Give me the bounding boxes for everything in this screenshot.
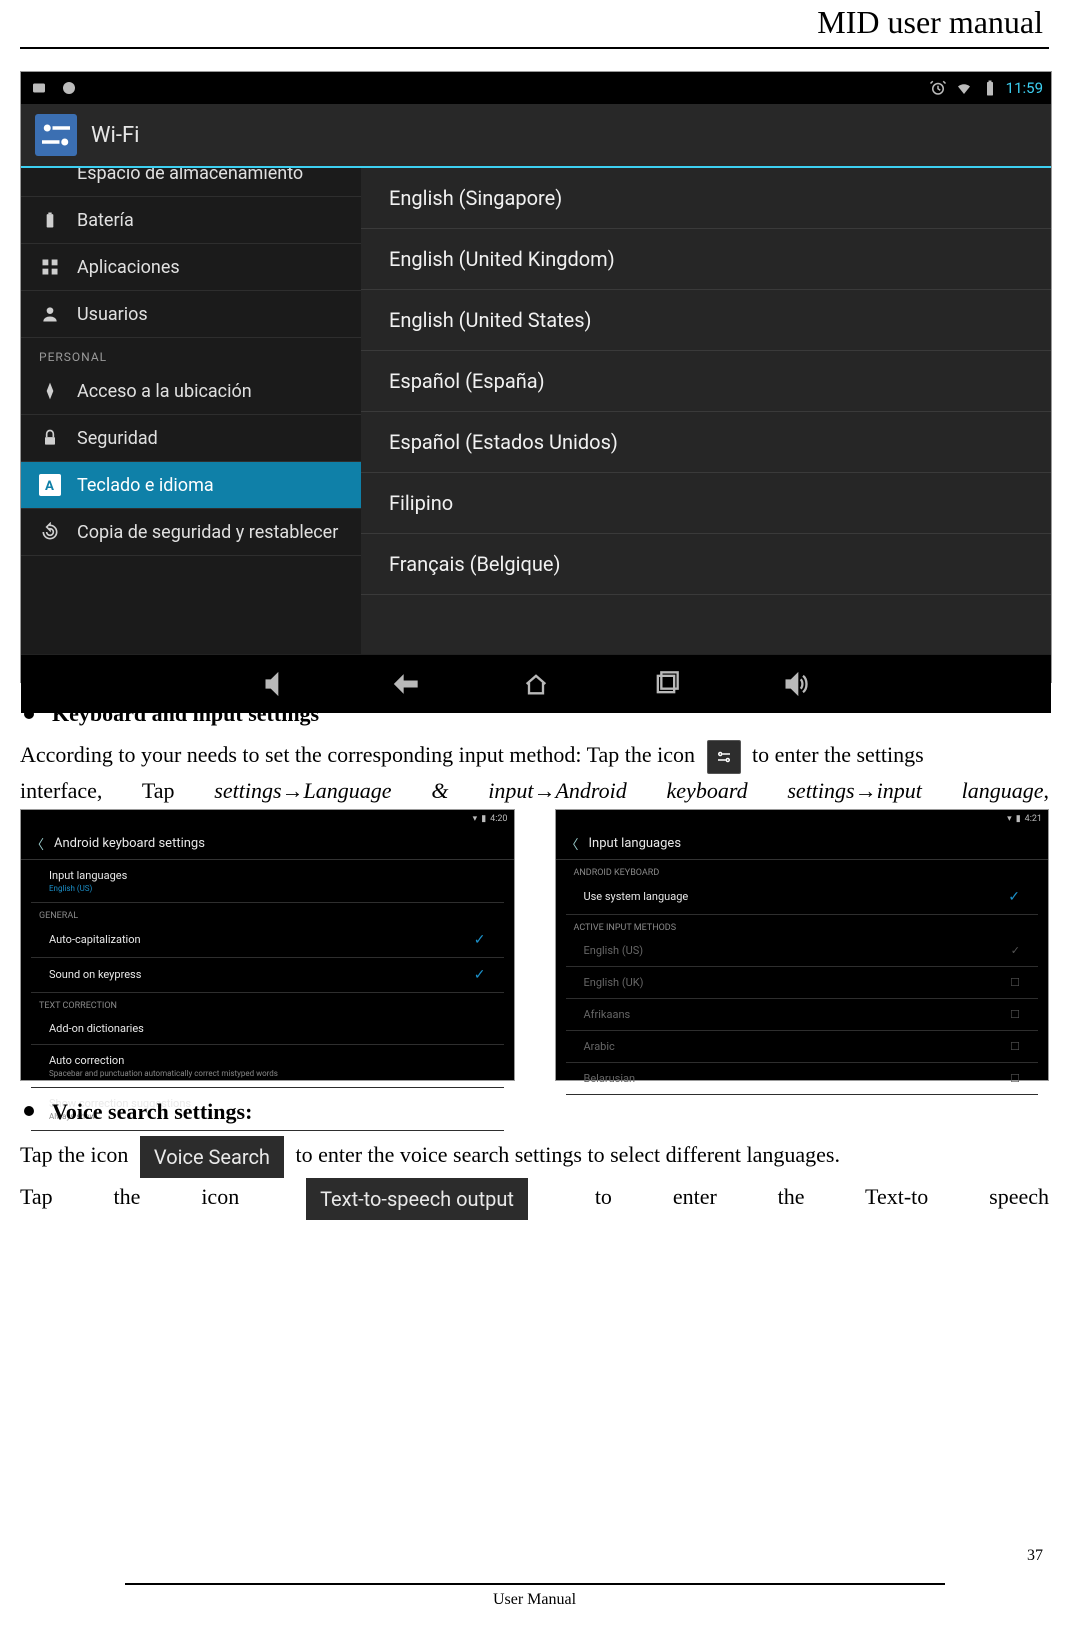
voice-search-chip: Voice Search [140,1136,284,1178]
keyboard-icon: A [39,474,61,496]
sidebar-item-apps[interactable]: Aplicaciones [21,244,361,291]
page-number: 37 [1027,1547,1043,1565]
page-footer: User Manual [0,1583,1069,1609]
row-input-languages[interactable]: Input languagesEnglish (US) [31,860,504,903]
page-header: MID user manual [20,0,1049,47]
screen-title: 〈Input languages [556,828,1049,860]
status-bar: ▾▮4:21 [556,810,1049,828]
screenshot-android-keyboard-settings: ▾▮4:20 〈Android keyboard settings Input … [20,809,515,1081]
nav-bar [21,654,1051,713]
tts-chip: Text-to-speech output [306,1178,528,1220]
sidebar-item-security[interactable]: Seguridad [21,415,361,462]
svg-text:A: A [45,479,54,494]
list-item[interactable]: English (United States) [361,290,1051,351]
apps-icon [39,256,61,278]
section-textcorrection: TEXT CORRECTION [31,993,504,1013]
battery-icon [980,78,1000,98]
battery-menu-icon [39,209,61,231]
wifi-status-icon [954,78,974,98]
paragraph: Tap the icon Text-to-speech output to en… [20,1178,1049,1220]
back-button[interactable] [386,664,426,704]
backup-icon [39,521,61,543]
row-autocorrect[interactable]: Auto correctionSpacebar and punctuation … [31,1045,504,1088]
paragraph: According to your needs to set the corre… [20,738,1049,774]
row-use-system-lang[interactable]: Use system language✓ [566,880,1039,915]
status-bar: ▾▮4:20 [21,810,514,828]
volume-down-button[interactable] [256,664,296,704]
section-active-methods: ACTIVE INPUT METHODS [566,915,1039,935]
screen-title: 〈Android keyboard settings [21,828,514,860]
check-icon: ✓ [474,967,486,983]
check-icon: ✓ [474,932,486,948]
screenshot-input-languages: ▾▮4:21 〈Input languages ANDROID KEYBOARD… [555,809,1050,1081]
heading-voice: Voice search settings: [20,1095,1049,1128]
paragraph: Tap the icon Voice Search to enter the v… [20,1136,1049,1178]
sidebar-item-keyboard[interactable]: ATeclado e idioma [21,462,361,509]
list-item: Arabic☐ [566,1031,1039,1063]
list-item[interactable]: Filipino [361,473,1051,534]
row-sound[interactable]: Sound on keypress✓ [31,958,504,993]
sidebar-section-personal: PERSONAL [21,338,361,368]
list-item: Belarusian☐ [566,1063,1039,1095]
home-button[interactable] [516,664,556,704]
list-item: English (UK)☐ [566,967,1039,999]
row-autocap[interactable]: Auto-capitalization✓ [31,923,504,958]
language-list: English (Singapore) English (United King… [361,168,1051,654]
location-icon [39,380,61,402]
list-item[interactable]: English (Singapore) [361,168,1051,229]
wifi-title: Wi-Fi [91,123,139,148]
alarm-icon [928,78,948,98]
list-item[interactable]: Español (Estados Unidos) [361,412,1051,473]
status-bar: 11:59 [21,72,1051,104]
wifi-settings-icon [35,114,77,156]
settings-sidebar: Espacio de almacenamiento Batería Aplica… [21,168,361,654]
wifi-header: Wi-Fi [21,104,1051,168]
sidebar-item-battery[interactable]: Batería [21,197,361,244]
sidebar-item-users[interactable]: Usuarios [21,291,361,338]
android-icon [59,78,79,98]
storage-icon [39,168,61,184]
recent-button[interactable] [646,664,686,704]
list-item[interactable]: English (United Kingdom) [361,229,1051,290]
list-item[interactable]: Français (Belgique) [361,534,1051,595]
list-item: Afrikaans☐ [566,999,1039,1031]
sidebar-item-backup[interactable]: Copia de seguridad y restablecer [21,509,361,556]
settings-gear-icon [707,740,741,774]
users-icon [39,303,61,325]
sidebar-item-location[interactable]: Acceso a la ubicación [21,368,361,415]
list-item[interactable]: Español (España) [361,351,1051,412]
section-android-keyboard: ANDROID KEYBOARD [566,860,1039,880]
header-rule [20,47,1049,49]
sidebar-item-storage[interactable]: Espacio de almacenamiento [21,168,361,197]
screenshot-language-settings: 11:59 Wi-Fi Espacio de almacenamiento Ba… [20,71,1052,683]
status-time: 11:59 [1006,79,1043,97]
lock-icon [39,427,61,449]
paragraph: interface, Tap settings→Language & input… [20,774,1049,807]
volume-up-button[interactable] [776,664,816,704]
notification-icon [29,78,49,98]
row-addon-dict[interactable]: Add-on dictionaries [31,1013,504,1045]
check-icon: ✓ [1008,889,1020,905]
section-general: GENERAL [31,903,504,923]
list-item: English (US)✓ [566,935,1039,967]
